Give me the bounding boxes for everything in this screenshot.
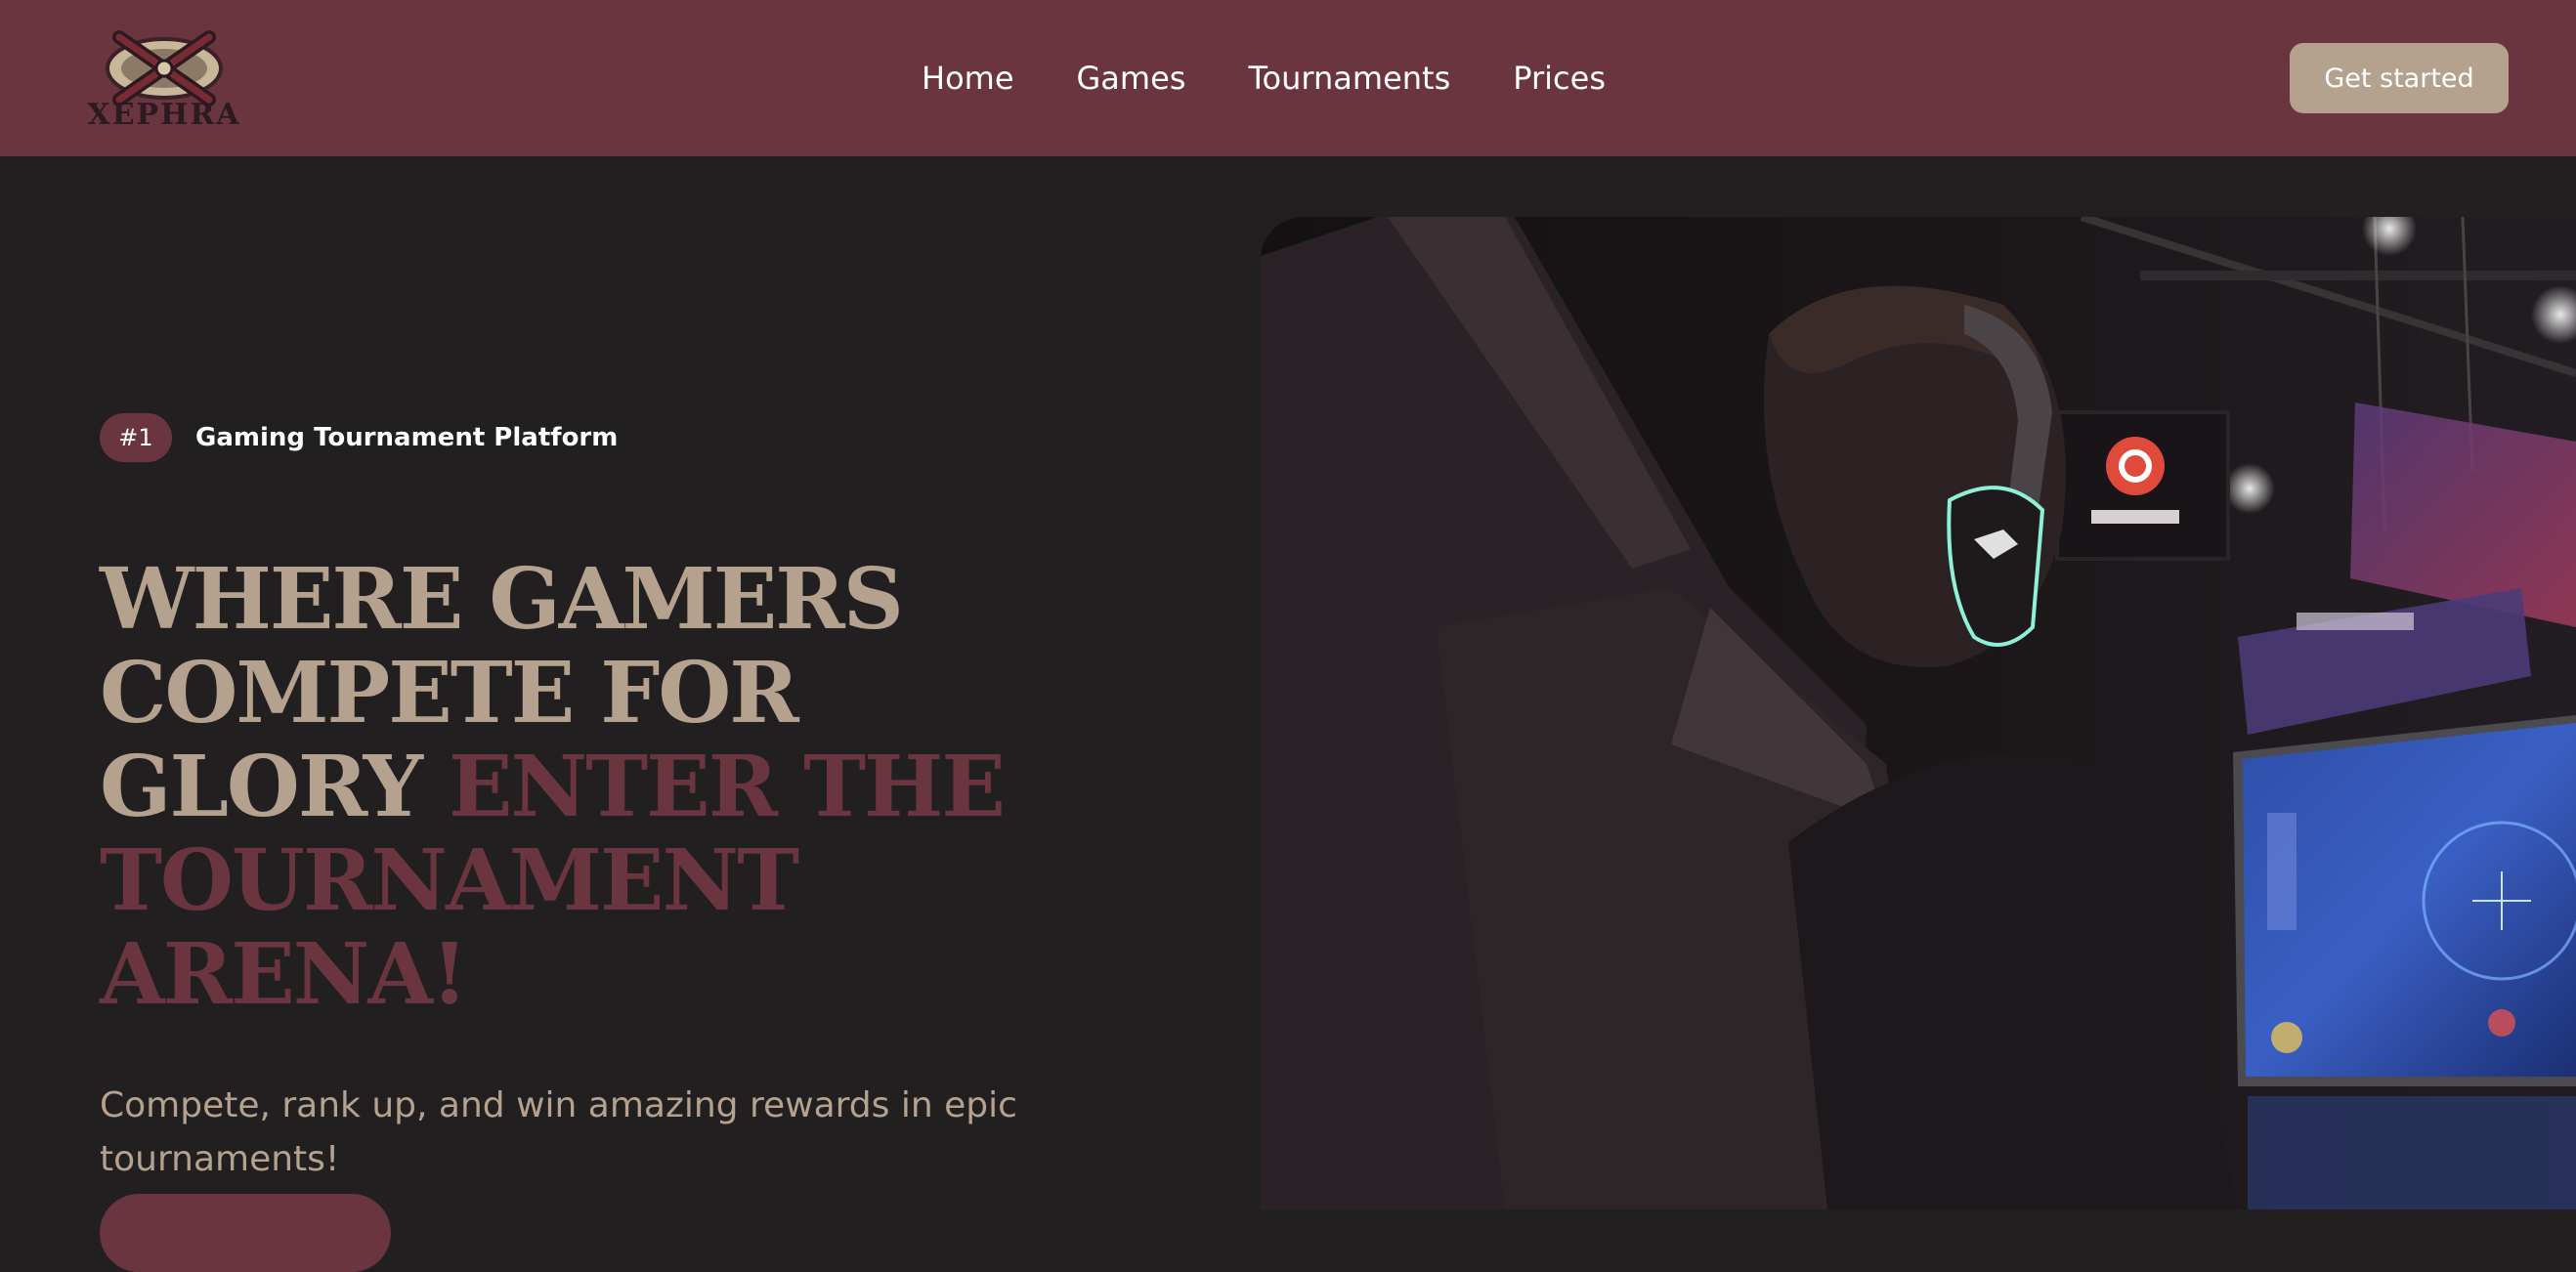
hero-image	[1261, 217, 2576, 1209]
brand-logo[interactable]: XEPHRA	[68, 29, 260, 132]
nav-link-tournaments[interactable]: Tournaments	[1248, 60, 1450, 97]
nav-link-prices[interactable]: Prices	[1513, 60, 1606, 97]
hero-content: #1 Gaming Tournament Platform WHERE GAME…	[100, 410, 1224, 1186]
hero-tag: #1 Gaming Tournament Platform	[100, 410, 1224, 465]
logo-wordmark: XEPHRA	[87, 98, 241, 132]
main-nav: Home Games Tournaments Prices	[922, 51, 1606, 106]
get-started-button[interactable]: Get started	[2290, 43, 2509, 113]
crossed-swords-shield-icon	[106, 30, 223, 106]
hero-headline: WHERE GAMERS COMPETE FOR GLORY ENTER THE…	[100, 553, 1077, 1022]
hero-tagline: Gaming Tournament Platform	[195, 423, 619, 452]
gamer-with-headset-photo	[1261, 217, 2576, 1209]
top-navbar: XEPHRA Home Games Tournaments Prices Get…	[0, 0, 2576, 156]
rank-badge: #1	[100, 413, 172, 462]
nav-link-games[interactable]: Games	[1077, 60, 1186, 97]
hero-subtitle: Compete, rank up, and win amazing reward…	[100, 1085, 1017, 1179]
hero-primary-button[interactable]	[100, 1194, 391, 1272]
nav-link-home[interactable]: Home	[922, 60, 1014, 97]
